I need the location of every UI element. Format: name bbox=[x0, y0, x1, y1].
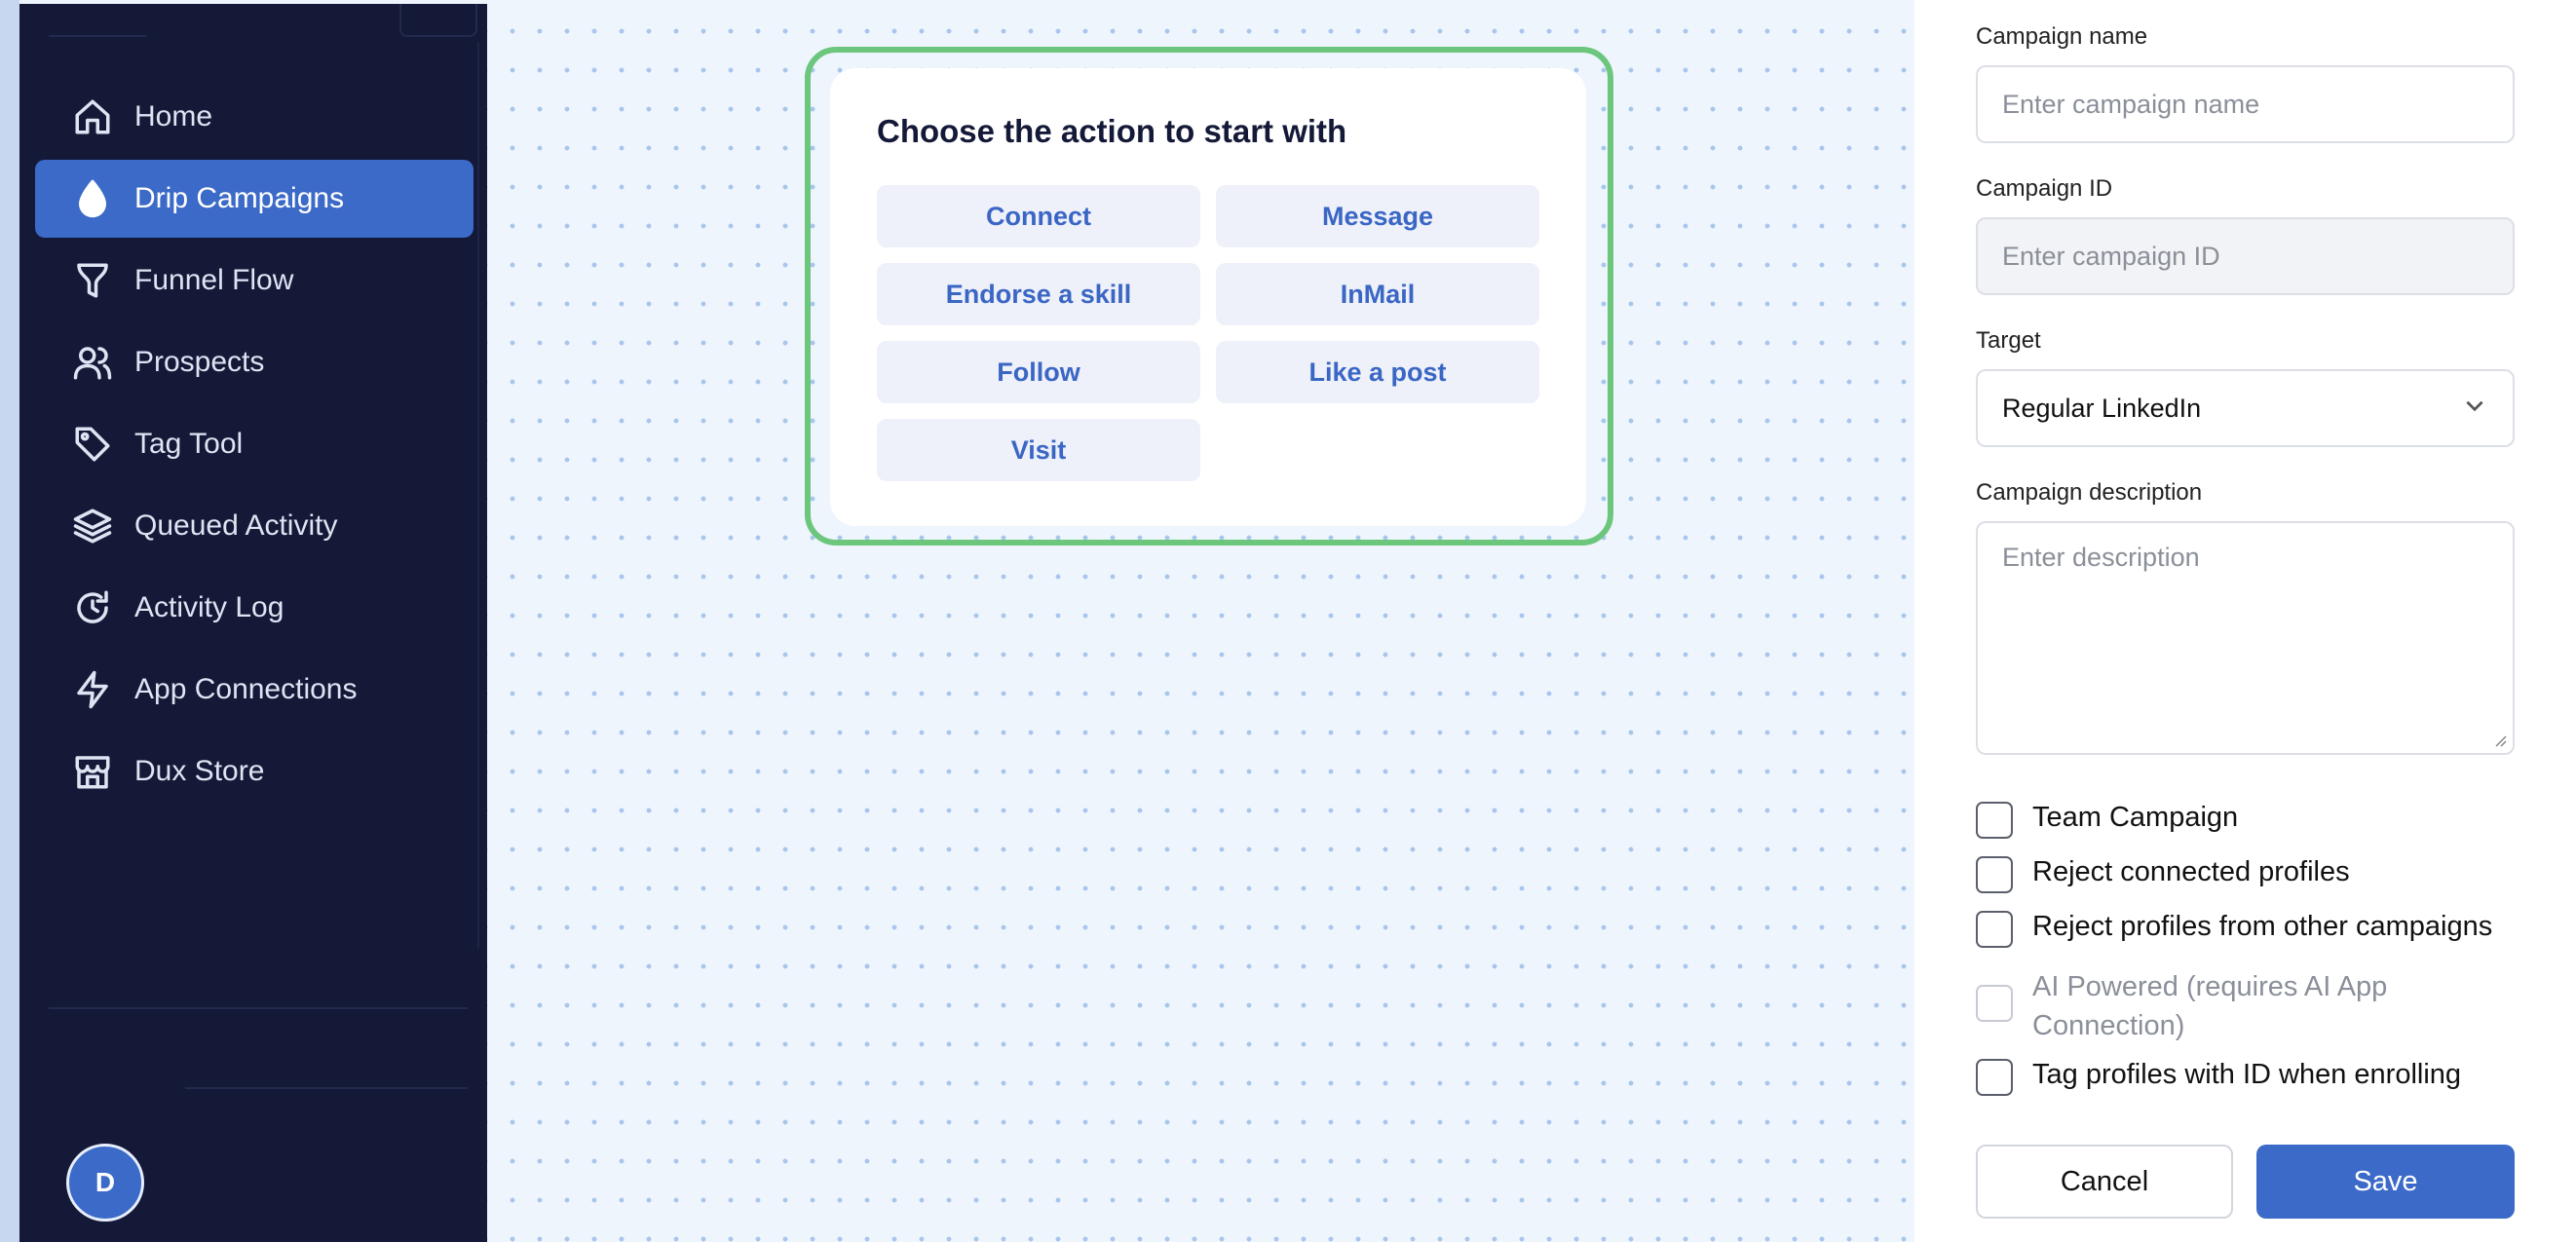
sidebar-item-prospects[interactable]: Prospects bbox=[35, 323, 474, 401]
funnel-icon bbox=[70, 258, 115, 303]
campaign-description-placeholder: Enter description bbox=[2002, 543, 2200, 572]
avatar[interactable]: D bbox=[66, 1144, 144, 1222]
ai-powered-checkbox[interactable]: AI Powered (requires AI App Connection) bbox=[1976, 967, 2521, 1045]
sidebar-item-activity-log[interactable]: Activity Log bbox=[35, 569, 474, 647]
action-endorse-skill-button[interactable]: Endorse a skill bbox=[877, 263, 1200, 325]
campaign-settings-panel: Campaign name Enter campaign name Campai… bbox=[1914, 0, 2576, 1242]
sidebar-item-label: Home bbox=[134, 100, 213, 132]
checkbox-label: Reject profiles from other campaigns bbox=[2032, 911, 2493, 942]
sidebar-divider-top bbox=[49, 35, 146, 37]
home-icon bbox=[70, 94, 115, 139]
cancel-button[interactable]: Cancel bbox=[1976, 1145, 2233, 1219]
action-inmail-button[interactable]: InMail bbox=[1216, 263, 1539, 325]
drop-icon bbox=[70, 176, 115, 221]
sidebar-item-drip-campaigns[interactable]: Drip Campaigns bbox=[35, 160, 474, 238]
sidebar-divider bbox=[49, 1007, 468, 1009]
action-card: Choose the action to start with Connect … bbox=[830, 68, 1586, 526]
left-edge-strip bbox=[0, 0, 19, 1242]
resize-grip-icon[interactable] bbox=[2491, 732, 2507, 747]
action-like-post-button[interactable]: Like a post bbox=[1216, 341, 1539, 403]
target-select[interactable]: Regular LinkedIn bbox=[1976, 369, 2515, 447]
campaign-id-label: Campaign ID bbox=[1976, 175, 2113, 202]
campaign-id-field[interactable]: Enter campaign ID bbox=[1976, 217, 2515, 295]
target-label: Target bbox=[1976, 327, 2041, 354]
sidebar-item-funnel-flow[interactable]: Funnel Flow bbox=[35, 242, 474, 320]
campaign-name-placeholder: Enter campaign name bbox=[2002, 89, 2260, 119]
checkbox-label: Tag profiles with ID when enrolling bbox=[2032, 1059, 2462, 1090]
checkbox-box[interactable] bbox=[1976, 856, 2013, 893]
chevron-down-icon bbox=[2462, 393, 2487, 425]
sidebar-item-label: App Connections bbox=[134, 673, 358, 705]
campaign-name-field[interactable]: Enter campaign name bbox=[1976, 65, 2515, 143]
tag-icon bbox=[70, 422, 115, 467]
sidebar-item-home[interactable]: Home bbox=[35, 78, 474, 156]
checkbox-box[interactable] bbox=[1976, 911, 2013, 948]
checkbox-box[interactable] bbox=[1976, 802, 2013, 839]
lightning-icon bbox=[70, 667, 115, 712]
sidebar-toggle[interactable] bbox=[399, 4, 477, 37]
checkbox-label: AI Powered (requires AI App Connection) bbox=[2032, 971, 2388, 1041]
sidebar-scroll-edge bbox=[477, 43, 479, 949]
action-card-title: Choose the action to start with bbox=[877, 113, 1347, 149]
checkbox-label: Team Campaign bbox=[2032, 802, 2239, 833]
sidebar-item-label: Dux Store bbox=[134, 755, 265, 787]
users-icon bbox=[70, 340, 115, 385]
checkbox-box[interactable] bbox=[1976, 985, 2013, 1022]
sidebar-item-label: Prospects bbox=[134, 346, 265, 378]
sidebar-item-label: Queued Activity bbox=[134, 509, 338, 542]
team-campaign-checkbox[interactable]: Team Campaign bbox=[1976, 802, 2238, 839]
sidebar-item-label: Drip Campaigns bbox=[134, 182, 345, 214]
action-visit-button[interactable]: Visit bbox=[877, 419, 1200, 481]
reject-connected-checkbox[interactable]: Reject connected profiles bbox=[1976, 856, 2350, 893]
campaign-id-placeholder: Enter campaign ID bbox=[2002, 241, 2220, 271]
sidebar-item-dux-store[interactable]: Dux Store bbox=[35, 733, 474, 810]
target-value: Regular LinkedIn bbox=[2002, 393, 2202, 423]
checkbox-box[interactable] bbox=[1976, 1059, 2013, 1096]
flow-canvas[interactable]: Choose the action to start with Connect … bbox=[487, 0, 1914, 1242]
campaign-description-field[interactable]: Enter description bbox=[1976, 521, 2515, 755]
save-button[interactable]: Save bbox=[2256, 1145, 2515, 1219]
sidebar-divider bbox=[185, 1087, 468, 1089]
sidebar-item-label: Funnel Flow bbox=[134, 264, 294, 296]
layers-icon bbox=[70, 504, 115, 548]
sidebar-item-label: Activity Log bbox=[134, 591, 284, 623]
campaign-description-label: Campaign description bbox=[1976, 479, 2203, 506]
sidebar-item-app-connections[interactable]: App Connections bbox=[35, 651, 474, 729]
reject-other-campaigns-checkbox[interactable]: Reject profiles from other campaigns bbox=[1976, 911, 2492, 948]
history-icon bbox=[70, 585, 115, 630]
sidebar: Home Drip Campaigns Funnel Flow Prospect… bbox=[19, 4, 487, 1242]
checkbox-label: Reject connected profiles bbox=[2032, 856, 2350, 887]
campaign-name-label: Campaign name bbox=[1976, 23, 2148, 50]
action-message-button[interactable]: Message bbox=[1216, 185, 1539, 247]
sidebar-item-queued-activity[interactable]: Queued Activity bbox=[35, 487, 474, 565]
action-follow-button[interactable]: Follow bbox=[877, 341, 1200, 403]
tag-profiles-checkbox[interactable]: Tag profiles with ID when enrolling bbox=[1976, 1059, 2461, 1096]
sidebar-item-label: Tag Tool bbox=[134, 428, 244, 460]
sidebar-item-tag-tool[interactable]: Tag Tool bbox=[35, 405, 474, 483]
action-connect-button[interactable]: Connect bbox=[877, 185, 1200, 247]
store-icon bbox=[70, 749, 115, 794]
